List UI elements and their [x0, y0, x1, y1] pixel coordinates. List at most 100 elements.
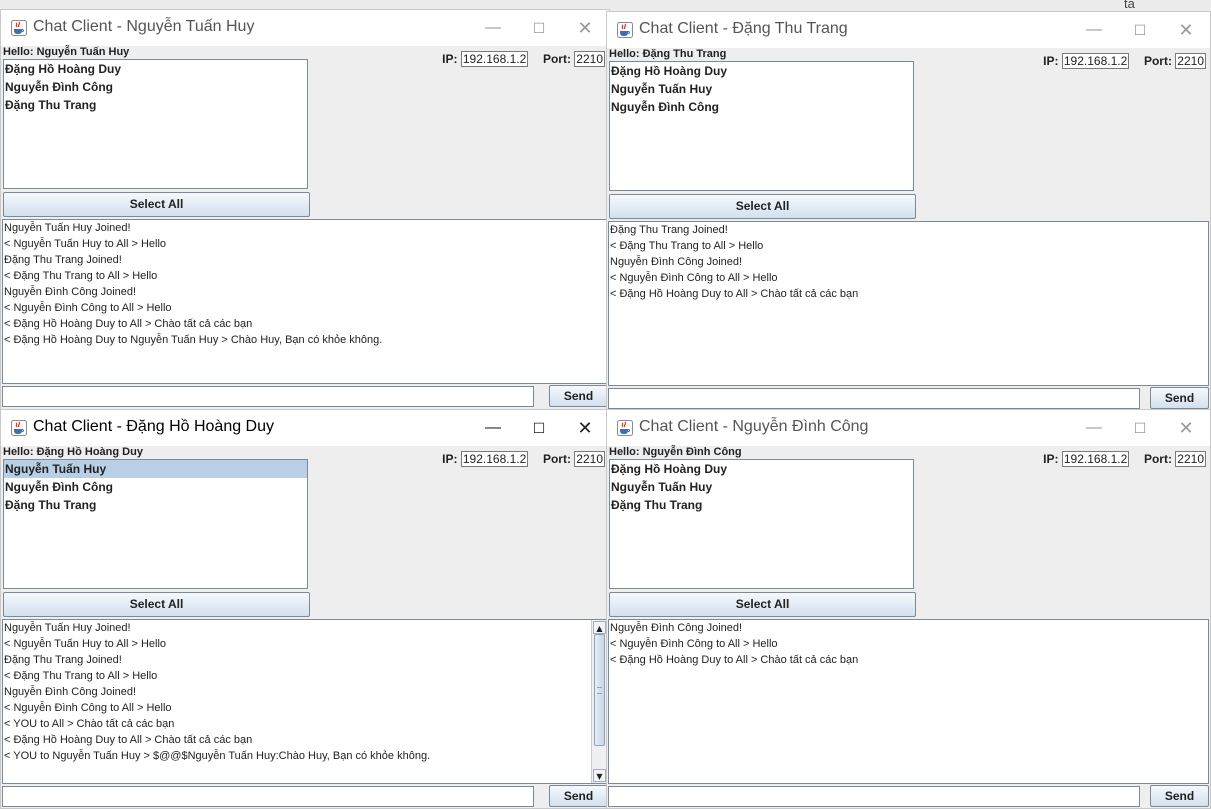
message-input[interactable]: [608, 388, 1140, 409]
user-list[interactable]: Nguyễn Tuấn Huy Nguyễn Đình Công Đặng Thu …: [3, 459, 308, 589]
chat-log-line: Nguyễn Tuấn Huy Joined!: [4, 622, 131, 634]
send-button[interactable]: Send: [1150, 785, 1209, 807]
user-list-item[interactable]: Nguyễn Tuấn Huy: [610, 478, 913, 496]
close-icon[interactable]: ✕: [1166, 414, 1206, 442]
user-list-item[interactable]: Nguyễn Đình Công: [4, 478, 307, 496]
chat-log-line: < Đặng Thu Trang to All > Hello: [610, 240, 764, 252]
scroll-thumb[interactable]: [594, 634, 605, 746]
chat-log-scrollbar[interactable]: ▲ ▼: [591, 620, 607, 783]
select-all-button[interactable]: Select All: [3, 192, 310, 217]
connection-info: IP: 192.168.1.2 Port: 2210: [442, 451, 605, 467]
send-button[interactable]: Send: [549, 385, 608, 407]
close-icon[interactable]: ✕: [565, 14, 605, 42]
send-button[interactable]: Send: [1150, 387, 1209, 409]
user-list[interactable]: Đặng Hồ Hoàng Duy Nguyễn Đình Công Đặng Th…: [3, 59, 308, 189]
chat-log-line: < Đặng Hồ Hoàng Duy to All > Chào tất cả…: [4, 734, 253, 746]
connection-info: IP: 192.168.1.2 Port: 2210: [442, 51, 605, 67]
chat-log-line: < Đặng Thu Trang to All > Hello: [4, 670, 158, 682]
chat-log-line: < Đặng Hồ Hoàng Duy to All > Chào tất cả…: [610, 288, 859, 300]
message-input[interactable]: [608, 786, 1140, 807]
scroll-down-icon[interactable]: ▼: [593, 769, 606, 782]
user-list-item[interactable]: Đặng Hồ Hoàng Duy: [4, 60, 307, 78]
desktop-corner-text: ta: [1124, 0, 1135, 11]
ip-field[interactable]: 192.168.1.2: [1061, 451, 1130, 467]
chat-log-line: Đặng Thu Trang Joined!: [610, 224, 728, 236]
port-field[interactable]: 2210: [574, 451, 605, 467]
port-field[interactable]: 2210: [574, 51, 605, 67]
maximize-icon[interactable]: ☐: [519, 14, 559, 42]
user-list-item[interactable]: Đặng Hồ Hoàng Duy: [610, 62, 913, 80]
chat-log-line: Đặng Thu Trang Joined!: [4, 254, 122, 266]
chat-log-line: < Đặng Hồ Hoàng Duy to Nguyễn Tuấn Huy >…: [4, 334, 383, 346]
ip-label: IP:: [1043, 452, 1059, 466]
chat-log-line: < Đặng Hồ Hoàng Duy to All > Chào tất cả…: [4, 318, 253, 330]
user-list[interactable]: Đặng Hồ Hoàng Duy Nguyễn Tuấn Huy Nguyễn Đ…: [609, 61, 914, 191]
hello-label: Hello: Nguyễn Đình Công: [609, 446, 742, 458]
minimize-icon[interactable]: —: [1074, 414, 1114, 442]
chat-window-3: Chat Client - Đặng Hồ Hoàng Duy — ☐ ✕ He…: [0, 409, 610, 809]
port-field[interactable]: 2210: [1175, 53, 1206, 69]
maximize-icon[interactable]: ☐: [1120, 16, 1160, 44]
title-bar[interactable]: Chat Client - Nguyễn Đình Công — ☐ ✕: [607, 410, 1210, 446]
chat-log-line: Nguyễn Đình Công Joined!: [4, 286, 137, 298]
hello-label: Hello: Nguyễn Tuấn Huy: [3, 46, 130, 58]
user-list-item[interactable]: Đặng Hồ Hoàng Duy: [610, 460, 913, 478]
connection-info: IP: 192.168.1.2 Port: 2210: [1043, 53, 1206, 69]
chat-log[interactable]: Đặng Thu Trang Joined! < Đặng Thu Trang t…: [608, 221, 1209, 386]
chat-log[interactable]: Nguyễn Tuấn Huy Joined! < Nguyễn Tuấn Huy…: [2, 619, 608, 784]
maximize-icon[interactable]: ☐: [1120, 414, 1160, 442]
user-list-item[interactable]: Nguyễn Tuấn Huy: [610, 80, 913, 98]
close-icon[interactable]: ✕: [1166, 16, 1206, 44]
send-button[interactable]: Send: [549, 785, 608, 807]
chat-log-line: < YOU to Nguyễn Tuấn Huy > $@@$Nguyễn Tu…: [4, 750, 431, 762]
user-list-item[interactable]: Đặng Thu Trang: [4, 96, 307, 114]
chat-log-line: Nguyễn Đình Công Joined!: [4, 686, 137, 698]
user-list-item[interactable]: Nguyễn Đình Công: [610, 98, 913, 116]
port-label: Port:: [1143, 54, 1172, 68]
java-app-icon: [11, 420, 27, 436]
chat-log-line: < Đặng Hồ Hoàng Duy to All > Chào tất cả…: [610, 654, 859, 666]
user-list-item[interactable]: Nguyễn Tuấn Huy: [4, 460, 307, 478]
user-list-item[interactable]: Nguyễn Đình Công: [4, 78, 307, 96]
minimize-icon[interactable]: —: [1074, 16, 1114, 44]
user-list-item[interactable]: Đặng Thu Trang: [4, 496, 307, 514]
port-label: Port:: [542, 452, 571, 466]
ip-field[interactable]: 192.168.1.2: [460, 451, 529, 467]
chat-log-line: < Nguyễn Đình Công to All > Hello: [4, 302, 172, 314]
hello-label: Hello: Đặng Hồ Hoàng Duy: [3, 446, 143, 458]
select-all-button[interactable]: Select All: [609, 194, 916, 219]
ip-field[interactable]: 192.168.1.2: [1061, 53, 1130, 69]
chat-log[interactable]: Nguyễn Tuấn Huy Joined! < Nguyễn Tuấn Huy…: [2, 219, 608, 384]
chat-log-line: < Nguyễn Tuấn Huy to All > Hello: [4, 638, 167, 650]
window-title: Chat Client - Đặng Hồ Hoàng Duy: [33, 418, 275, 435]
title-bar[interactable]: Chat Client - Đặng Thu Trang — ☐ ✕: [607, 12, 1210, 48]
close-icon[interactable]: ✕: [565, 414, 605, 442]
java-app-icon: [617, 22, 633, 38]
select-all-button[interactable]: Select All: [609, 592, 916, 617]
maximize-icon[interactable]: ☐: [519, 414, 559, 442]
chat-log-line: Nguyễn Đình Công Joined!: [610, 622, 743, 634]
title-bar[interactable]: Chat Client - Đặng Hồ Hoàng Duy — ☐ ✕: [1, 410, 609, 446]
java-app-icon: [617, 420, 633, 436]
user-list-item[interactable]: Đặng Thu Trang: [610, 496, 913, 514]
user-list[interactable]: Đặng Hồ Hoàng Duy Nguyễn Tuấn Huy Đặng Thu…: [609, 459, 914, 589]
port-field[interactable]: 2210: [1175, 451, 1206, 467]
chat-log-line: < Nguyễn Đình Công to All > Hello: [610, 272, 778, 284]
scroll-up-icon[interactable]: ▲: [593, 621, 606, 634]
chat-log-line: Đặng Thu Trang Joined!: [4, 654, 122, 666]
select-all-button[interactable]: Select All: [3, 592, 310, 617]
message-input[interactable]: [2, 386, 534, 407]
message-input[interactable]: [2, 786, 534, 807]
minimize-icon[interactable]: —: [473, 14, 513, 42]
ip-field[interactable]: 192.168.1.2: [460, 51, 529, 67]
chat-log-line: Nguyễn Đình Công Joined!: [610, 256, 743, 268]
chat-log-line: < YOU to All > Chào tất cả các bạn: [4, 718, 175, 730]
window-title: Chat Client - Đặng Thu Trang: [639, 20, 848, 37]
ip-label: IP:: [1043, 54, 1059, 68]
ip-label: IP:: [442, 52, 458, 66]
minimize-icon[interactable]: —: [473, 414, 513, 442]
chat-log-line: < Đặng Thu Trang to All > Hello: [4, 270, 158, 282]
chat-log[interactable]: Nguyễn Đình Công Joined! < Nguyễn Đình Cô…: [608, 619, 1209, 784]
title-bar[interactable]: Chat Client - Nguyễn Tuấn Huy — ☐ ✕: [1, 10, 609, 46]
chat-window-2: Chat Client - Đặng Thu Trang — ☐ ✕ Hello…: [606, 11, 1211, 416]
